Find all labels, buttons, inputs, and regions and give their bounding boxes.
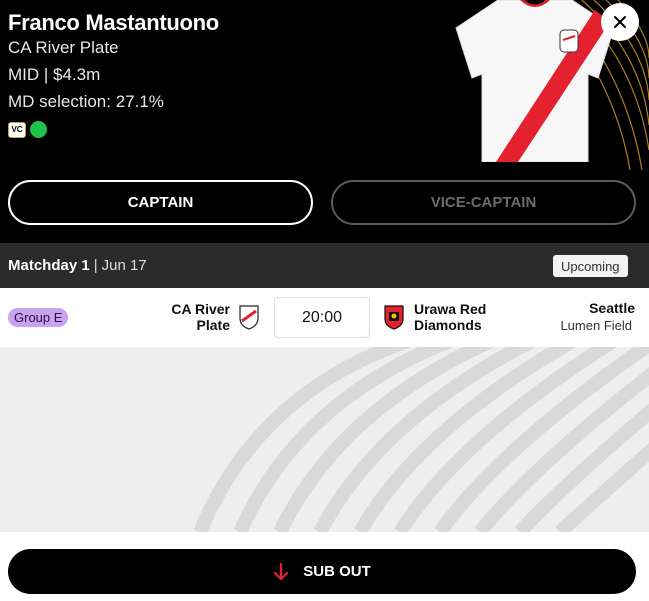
captain-button[interactable]: CAPTAIN xyxy=(8,180,313,225)
venue-city: Seattle xyxy=(589,300,635,316)
kickoff-time: 20:00 xyxy=(274,297,370,338)
arc-pattern-decoration xyxy=(193,347,649,532)
home-team-name: CA River Plate xyxy=(171,301,230,333)
venue-stadium: Lumen Field xyxy=(560,318,632,333)
urawa-crest-icon xyxy=(384,305,404,330)
player-selection: MD selection: 27.1% xyxy=(8,92,164,111)
group-badge: Group E xyxy=(8,308,69,327)
matchday-bar: Matchday 1 | Jun 17 Upcoming xyxy=(0,243,649,288)
player-badges: VC xyxy=(8,121,47,138)
fixture-row[interactable]: Group E CA River Plate 20:00 Urawa Red D… xyxy=(0,288,649,347)
river-plate-crest-icon xyxy=(239,305,259,330)
arrow-down-icon xyxy=(274,562,289,580)
player-club: CA River Plate xyxy=(8,38,119,57)
vice-captain-badge: VC xyxy=(8,121,26,138)
status-badge: Upcoming xyxy=(553,255,628,277)
away-team-name: Urawa Red Diamonds xyxy=(414,301,487,333)
close-icon xyxy=(614,16,626,28)
footer-bar: SUB OUT xyxy=(0,532,649,601)
player-position-price: MID | $4.3m xyxy=(8,65,101,84)
close-button[interactable] xyxy=(601,3,639,41)
sub-out-label: SUB OUT xyxy=(303,563,371,580)
player-header: Franco Mastantuono CA River Plate MID | … xyxy=(0,0,649,243)
player-name: Franco Mastantuono xyxy=(8,10,219,35)
matchday-title: Matchday 1 xyxy=(8,257,90,274)
jersey-image xyxy=(455,0,615,162)
sub-out-button[interactable]: SUB OUT xyxy=(8,549,636,594)
background-pattern xyxy=(0,347,649,532)
available-status-icon xyxy=(30,121,47,138)
matchday-separator: | xyxy=(93,257,98,274)
matchday-date: Jun 17 xyxy=(101,257,147,274)
vice-captain-button[interactable]: VICE-CAPTAIN xyxy=(331,180,636,225)
